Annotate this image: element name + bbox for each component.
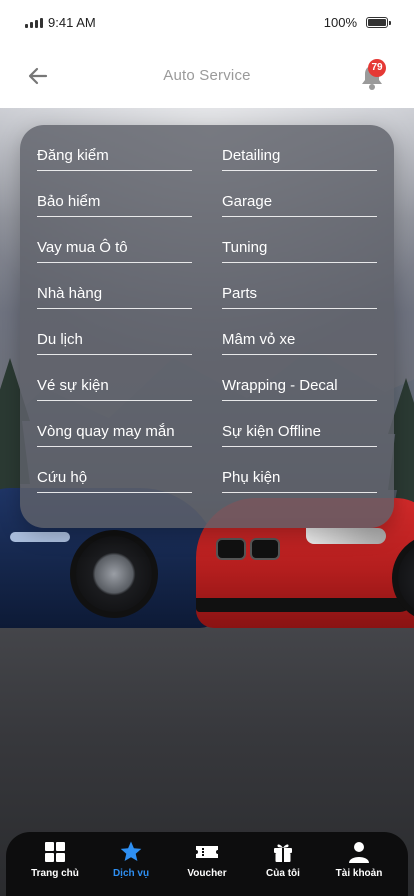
tab-account[interactable]: Tài khoản bbox=[324, 840, 394, 890]
tab-mine-label: Của tôi bbox=[266, 868, 300, 879]
status-bar: 9:41 AM 100% bbox=[0, 0, 414, 46]
service-su-kien-offline[interactable]: Sự kiện Offline bbox=[222, 401, 377, 447]
tab-home[interactable]: Trang chủ bbox=[20, 840, 90, 890]
services-menu: Đăng kiểm Bảo hiểm Vay mua Ô tô Nhà hàng… bbox=[20, 125, 394, 528]
service-parts[interactable]: Parts bbox=[222, 263, 377, 309]
tab-voucher-label: Voucher bbox=[187, 868, 227, 879]
ticket-icon bbox=[196, 846, 218, 858]
gift-icon bbox=[274, 844, 292, 862]
tab-mine[interactable]: Của tôi bbox=[248, 840, 318, 890]
tab-services[interactable]: Dịch vụ bbox=[96, 840, 166, 890]
tab-services-label: Dịch vụ bbox=[112, 868, 150, 879]
user-icon bbox=[349, 842, 369, 863]
bottom-tab-bar: Trang chủ Dịch vụ Voucher Của tôi Tài kh… bbox=[6, 832, 408, 896]
services-column-right: Detailing Garage Tuning Parts Mâm vỏ xe … bbox=[222, 125, 377, 493]
service-ve-su-kien[interactable]: Vé sự kiện bbox=[37, 355, 192, 401]
notification-badge: 79 bbox=[368, 59, 386, 77]
app-header: Auto Service 79 bbox=[0, 46, 414, 108]
tab-home-label: Trang chủ bbox=[31, 868, 79, 879]
tab-account-label: Tài khoản bbox=[335, 868, 383, 879]
service-vong-quay[interactable]: Vòng quay may mắn bbox=[37, 401, 192, 447]
service-mam-vo-xe[interactable]: Mâm vỏ xe bbox=[222, 309, 377, 355]
service-phu-kien[interactable]: Phụ kiện bbox=[222, 447, 377, 493]
battery-percentage: 100% bbox=[323, 15, 357, 30]
service-vay-mua-oto[interactable]: Vay mua Ô tô bbox=[37, 217, 192, 263]
auto-service-screen: 9:41 AM 100% Auto Service 79 Đăng kiểm B… bbox=[0, 0, 414, 896]
battery-icon bbox=[366, 17, 391, 28]
star-icon bbox=[120, 841, 142, 861]
service-garage[interactable]: Garage bbox=[222, 171, 377, 217]
service-tuning[interactable]: Tuning bbox=[222, 217, 377, 263]
tab-voucher[interactable]: Voucher bbox=[172, 840, 242, 890]
service-du-lich[interactable]: Du lịch bbox=[37, 309, 192, 355]
grid-icon bbox=[45, 842, 65, 862]
service-nha-hang[interactable]: Nhà hàng bbox=[37, 263, 192, 309]
services-column-left: Đăng kiểm Bảo hiểm Vay mua Ô tô Nhà hàng… bbox=[37, 125, 192, 493]
service-dang-kiem[interactable]: Đăng kiểm bbox=[37, 125, 192, 171]
service-cuu-ho[interactable]: Cứu hộ bbox=[37, 447, 192, 493]
signal-icon bbox=[25, 18, 43, 28]
status-time: 9:41 AM bbox=[48, 15, 96, 30]
service-bao-hiem[interactable]: Bảo hiểm bbox=[37, 171, 192, 217]
service-detailing[interactable]: Detailing bbox=[222, 125, 377, 171]
page-title: Auto Service bbox=[163, 67, 251, 84]
service-wrapping-decal[interactable]: Wrapping - Decal bbox=[222, 355, 377, 401]
